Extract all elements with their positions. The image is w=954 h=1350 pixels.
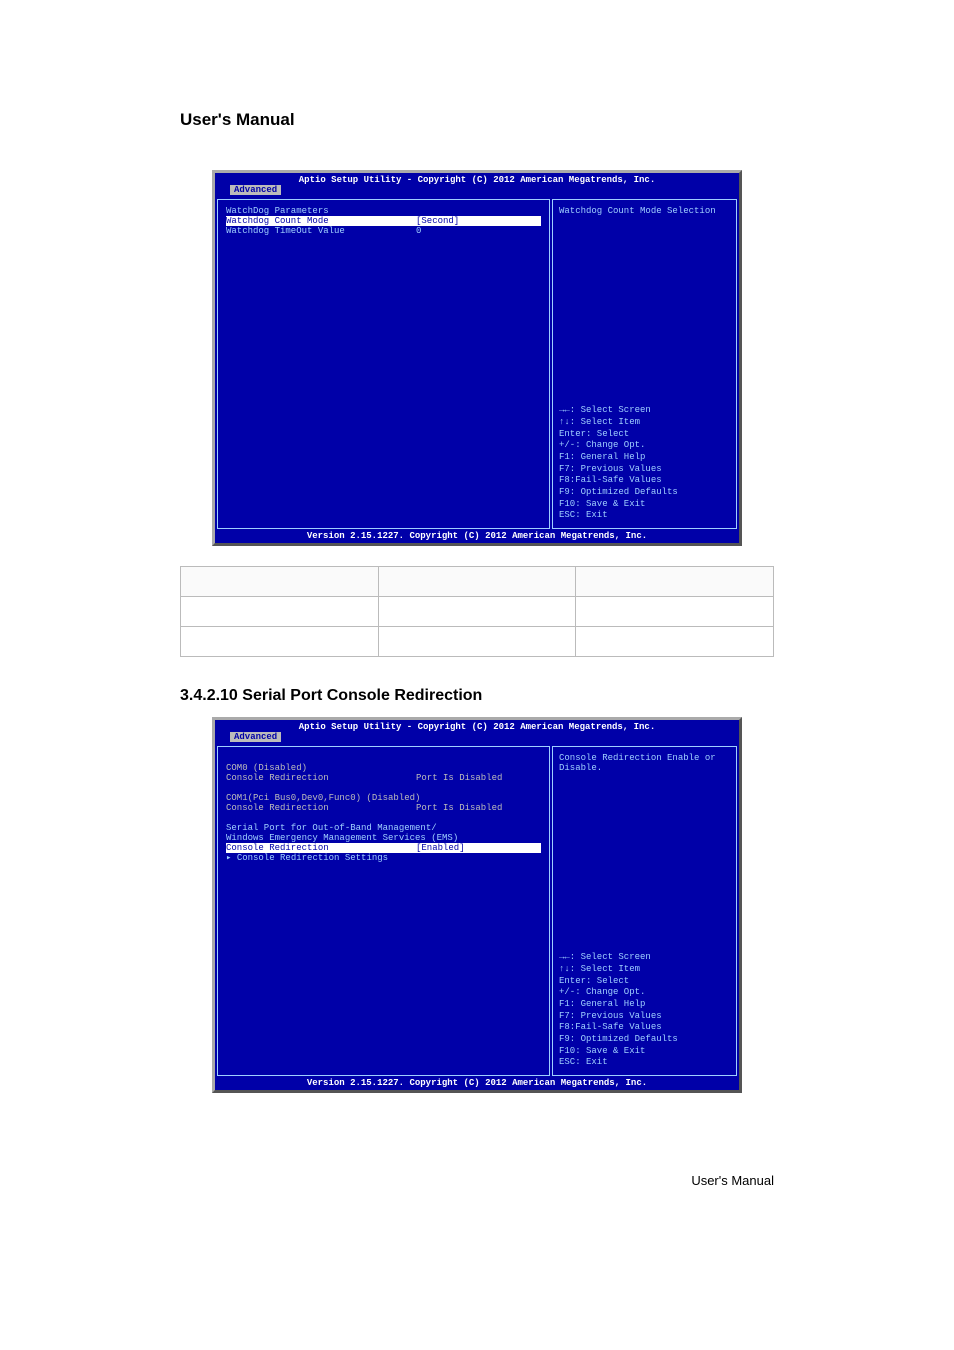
bios-screenshot-console-redir: Aptio Setup Utility - Copyright (C) 2012…	[212, 717, 742, 1093]
key-failsafe: F8:Fail-Safe Values	[559, 1022, 730, 1034]
tab-advanced[interactable]: Advanced	[230, 185, 281, 195]
th-desc	[576, 567, 774, 597]
bios-left-panel: WatchDog Parameters Watchdog Count Mode …	[217, 199, 550, 529]
key-optimized: F9: Optimized Defaults	[559, 1034, 730, 1046]
com1-console-redir-value: Port Is Disabled	[416, 803, 541, 813]
watchdog-heading: WatchDog Parameters	[226, 206, 541, 216]
key-select-screen: →←: Select Screen	[559, 952, 730, 964]
value-watchdog-timeout: 0	[416, 226, 541, 236]
bios-title: Aptio Setup Utility - Copyright (C) 2012…	[215, 173, 739, 185]
bios-screenshot-watchdog: Aptio Setup Utility - Copyright (C) 2012…	[212, 170, 742, 546]
key-esc: ESC: Exit	[559, 1057, 730, 1069]
key-help: →←: Select Screen ↑↓: Select Item Enter:…	[559, 952, 730, 1069]
footer-right: User's Manual	[691, 1173, 774, 1188]
key-change: +/-: Change Opt.	[559, 440, 730, 452]
bios-tabbar: Advanced	[215, 732, 739, 746]
bios-tabbar: Advanced	[215, 185, 739, 199]
cell	[181, 597, 379, 627]
key-help-f1: F1: General Help	[559, 999, 730, 1011]
key-enter: Enter: Select	[559, 429, 730, 441]
th-option	[378, 567, 576, 597]
key-select-screen: →←: Select Screen	[559, 405, 730, 417]
com0-header: COM0 (Disabled)	[226, 763, 541, 773]
key-failsafe: F8:Fail-Safe Values	[559, 475, 730, 487]
bios-right-panel: Watchdog Count Mode Selection →←: Select…	[552, 199, 737, 529]
key-save: F10: Save & Exit	[559, 1046, 730, 1058]
cell	[378, 597, 576, 627]
value-watchdog-count-mode: [Second]	[416, 216, 541, 226]
help-text: Watchdog Count Mode Selection	[559, 206, 730, 216]
key-help-f1: F1: General Help	[559, 452, 730, 464]
submenu-arrow-icon: ▸	[226, 853, 237, 863]
help-text: Console Redirection Enable or Disable.	[559, 753, 730, 773]
key-save: F10: Save & Exit	[559, 499, 730, 511]
cell	[576, 627, 774, 657]
table-row	[181, 597, 774, 627]
item-watchdog-timeout[interactable]: Watchdog TimeOut Value	[226, 226, 416, 236]
bios-left-panel: COM0 (Disabled) Console Redirection Port…	[217, 746, 550, 1076]
submenu-label: Console Redirection Settings	[237, 853, 388, 863]
th-item	[181, 567, 379, 597]
key-help: →←: Select Screen ↑↓: Select Item Enter:…	[559, 405, 730, 522]
options-table	[180, 566, 774, 657]
key-enter: Enter: Select	[559, 976, 730, 988]
bios-right-panel: Console Redirection Enable or Disable. →…	[552, 746, 737, 1076]
value-console-redir-ems: [Enabled]	[416, 843, 541, 853]
key-prev: F7: Previous Values	[559, 464, 730, 476]
key-prev: F7: Previous Values	[559, 1011, 730, 1023]
key-change: +/-: Change Opt.	[559, 987, 730, 999]
key-select-item: ↑↓: Select Item	[559, 417, 730, 429]
cell	[181, 627, 379, 657]
bios-footer: Version 2.15.1227. Copyright (C) 2012 Am…	[215, 1076, 739, 1090]
key-select-item: ↑↓: Select Item	[559, 964, 730, 976]
bios-title: Aptio Setup Utility - Copyright (C) 2012…	[215, 720, 739, 732]
item-console-redir-ems[interactable]: Console Redirection	[226, 843, 416, 853]
item-watchdog-count-mode[interactable]: Watchdog Count Mode	[226, 216, 416, 226]
section-title: 3.4.2.10 Serial Port Console Redirection	[180, 687, 774, 705]
cell	[378, 627, 576, 657]
ems-header-2: Windows Emergency Management Services (E…	[226, 833, 541, 843]
bios-footer: Version 2.15.1227. Copyright (C) 2012 Am…	[215, 529, 739, 543]
submenu-console-redir-settings[interactable]: ▸ Console Redirection Settings	[226, 853, 541, 863]
ems-header-1: Serial Port for Out-of-Band Management/	[226, 823, 541, 833]
key-esc: ESC: Exit	[559, 510, 730, 522]
com0-console-redir-value: Port Is Disabled	[416, 773, 541, 783]
com0-console-redir: Console Redirection	[226, 773, 416, 783]
tab-advanced[interactable]: Advanced	[230, 732, 281, 742]
com1-header: COM1(Pci Bus0,Dev0,Func0) (Disabled)	[226, 793, 541, 803]
cell	[576, 597, 774, 627]
table-row	[181, 627, 774, 657]
com1-console-redir: Console Redirection	[226, 803, 416, 813]
key-optimized: F9: Optimized Defaults	[559, 487, 730, 499]
page-header: User's Manual	[180, 110, 774, 130]
